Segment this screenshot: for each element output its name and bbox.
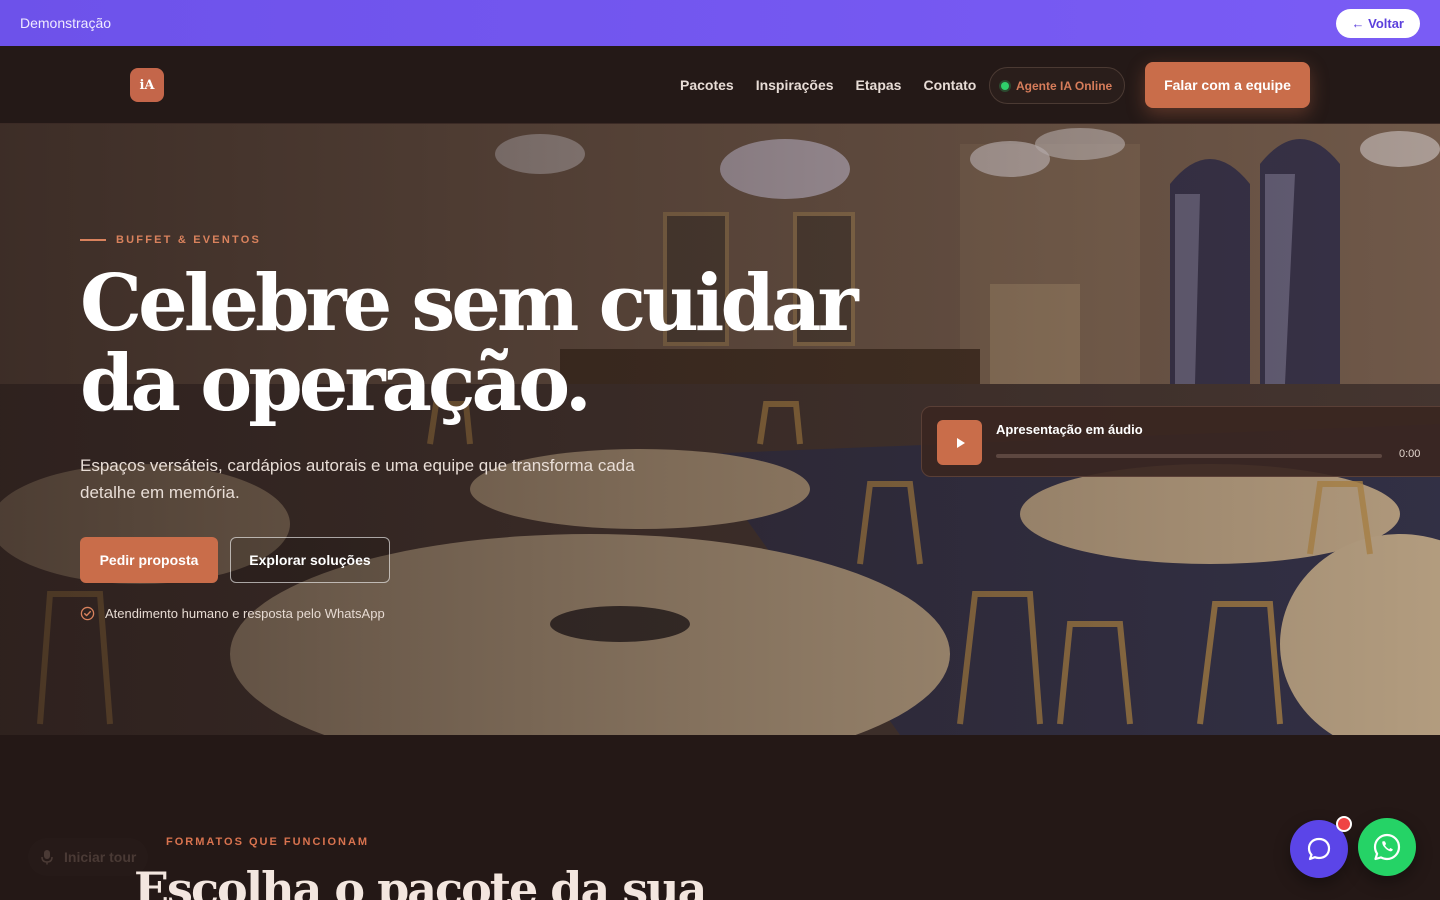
audio-progress-bar[interactable] [996, 454, 1382, 458]
site-header: iA Pacotes Inspirações Etapas Contato Ag… [0, 46, 1440, 124]
hero-eyebrow-text: BUFFET & EVENTOS [116, 234, 262, 246]
main-nav: Pacotes Inspirações Etapas Contato [680, 77, 976, 93]
eyebrow-line [80, 239, 106, 241]
section-title: Escolha o pacote da sua [134, 862, 707, 900]
agent-status-pill[interactable]: Agente IA Online [989, 67, 1126, 104]
hero-subtitle: Espaços versáteis, cardápios autorais e … [80, 456, 635, 502]
explore-solutions-button[interactable]: Explorar soluções [230, 537, 390, 583]
hero-title: Celebre sem cuidar da operação. [80, 264, 900, 424]
agent-status-label: Agente IA Online [1016, 78, 1113, 93]
hero-title-line-1: Celebre sem cuidar [80, 258, 859, 349]
nav-link-contato[interactable]: Contato [923, 77, 976, 93]
microphone-icon [41, 850, 53, 865]
nav-link-pacotes[interactable]: Pacotes [680, 77, 734, 93]
play-icon [956, 437, 965, 448]
nav-link-etapas[interactable]: Etapas [856, 77, 902, 93]
demo-bar: Demonstração ← Voltar [0, 0, 1440, 46]
back-button[interactable]: ← Voltar [1335, 8, 1420, 38]
demo-label: Demonstração [20, 15, 112, 31]
hero-title-line-2: da operação. [80, 338, 592, 429]
section-eyebrow: FORMATOS QUE FUNCIONAM [166, 836, 370, 848]
play-button[interactable] [937, 420, 982, 465]
whatsapp-button[interactable] [1358, 818, 1416, 876]
logo[interactable]: iA [130, 68, 164, 102]
audio-player: Apresentação em áudio 0:00 [921, 406, 1440, 477]
online-dot-icon [1001, 82, 1009, 90]
talk-to-team-button[interactable]: Falar com a equipe [1145, 62, 1310, 108]
check-circle-icon [80, 606, 95, 621]
start-tour-button[interactable]: Iniciar tour [28, 838, 149, 876]
audio-time: 0:00 [1399, 448, 1421, 460]
audio-title: Apresentação em áudio [996, 422, 1143, 437]
hero-eyebrow: BUFFET & EVENTOS [80, 234, 261, 246]
nav-link-inspiracoes[interactable]: Inspirações [756, 77, 834, 93]
chat-bubble-icon [1307, 837, 1331, 861]
start-tour-label: Iniciar tour [64, 849, 137, 865]
assurance-text: Atendimento humano e resposta pelo Whats… [105, 606, 385, 621]
request-proposal-button[interactable]: Pedir proposta [80, 537, 218, 583]
assurance-note: Atendimento humano e resposta pelo Whats… [80, 606, 385, 621]
notification-badge [1336, 816, 1352, 832]
whatsapp-icon [1373, 833, 1401, 861]
